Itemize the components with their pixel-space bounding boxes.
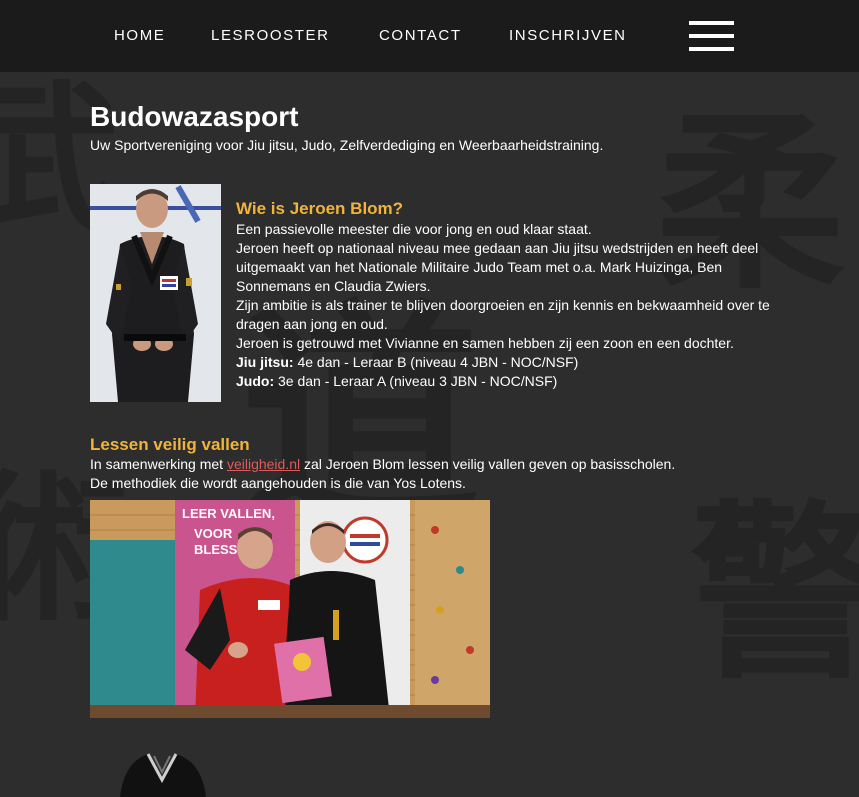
black-gi-image (110, 752, 215, 797)
lessen-line: De methodiek die wordt aangehouden is di… (90, 475, 466, 491)
nav-link-contact[interactable]: CONTACT (379, 27, 462, 44)
jeroen-photo-illustration (90, 184, 221, 402)
bio-section: Wie is Jeroen Blom? Een passievolle mees… (236, 199, 776, 391)
banner-text: BLESS (194, 542, 238, 557)
judo-value: 3e dan - Leraar A (niveau 3 JBN - NOC/NS… (274, 373, 558, 389)
lessen-heading: Lessen veilig vallen (90, 435, 250, 454)
lessen-section: Lessen veilig vallen In samenwerking met… (90, 435, 790, 493)
hamburger-line (689, 47, 734, 51)
nav-link-lesrooster[interactable]: LESROOSTER (211, 27, 330, 44)
nav-link-inschrijven[interactable]: INSCHRIJVEN (509, 27, 627, 44)
judo-rank: Judo: 3e dan - Leraar A (niveau 3 JBN - … (236, 372, 776, 391)
banner-text: VOOR (194, 526, 233, 541)
main-content: Budowazasport Uw Sportvereniging voor Ji… (0, 0, 859, 797)
photo-leer-vallen: LEER VALLEN, VOOR BLESS (90, 500, 490, 718)
site-title: Budowazasport (90, 101, 299, 132)
leer-vallen-photo-illustration: LEER VALLEN, VOOR BLESS (90, 500, 490, 718)
veiligheid-link[interactable]: veiligheid.nl (227, 456, 300, 472)
site-subtitle: Uw Sportvereniging voor Jiu jitsu, Judo,… (90, 137, 604, 153)
lessen-text: In samenwerking met (90, 456, 227, 472)
jiujitsu-label: Jiu jitsu: (236, 354, 294, 370)
bio-heading: Wie is Jeroen Blom? (236, 199, 404, 218)
lessen-text: zal Jeroen Blom lessen veilig vallen gev… (300, 456, 676, 472)
banner-text: LEER VALLEN, (182, 506, 275, 521)
judo-label: Judo: (236, 373, 275, 389)
bio-line: Een passievolle meester die voor jong en… (236, 221, 592, 237)
bio-line: Jeroen heeft op nationaal niveau mee ged… (236, 240, 759, 294)
bio-line: Zijn ambitie is als trainer te blijven d… (236, 297, 770, 332)
hamburger-menu-icon[interactable] (689, 21, 734, 51)
nav-link-home[interactable]: HOME (114, 27, 165, 44)
black-gi-illustration (120, 753, 206, 797)
top-navigation-bar: HOME LESROOSTER CONTACT INSCHRIJVEN (0, 0, 859, 72)
photo-jeroen-blom (90, 184, 221, 402)
bio-line: Jeroen is getrouwd met Vivianne en samen… (236, 335, 734, 351)
jiujitsu-rank: Jiu jitsu: 4e dan - Leraar B (niveau 4 J… (236, 353, 776, 372)
jiujitsu-value: 4e dan - Leraar B (niveau 4 JBN - NOC/NS… (293, 354, 579, 370)
hamburger-line (689, 21, 734, 25)
lessen-line: In samenwerking met veiligheid.nl zal Je… (90, 455, 790, 474)
hamburger-line (689, 34, 734, 38)
